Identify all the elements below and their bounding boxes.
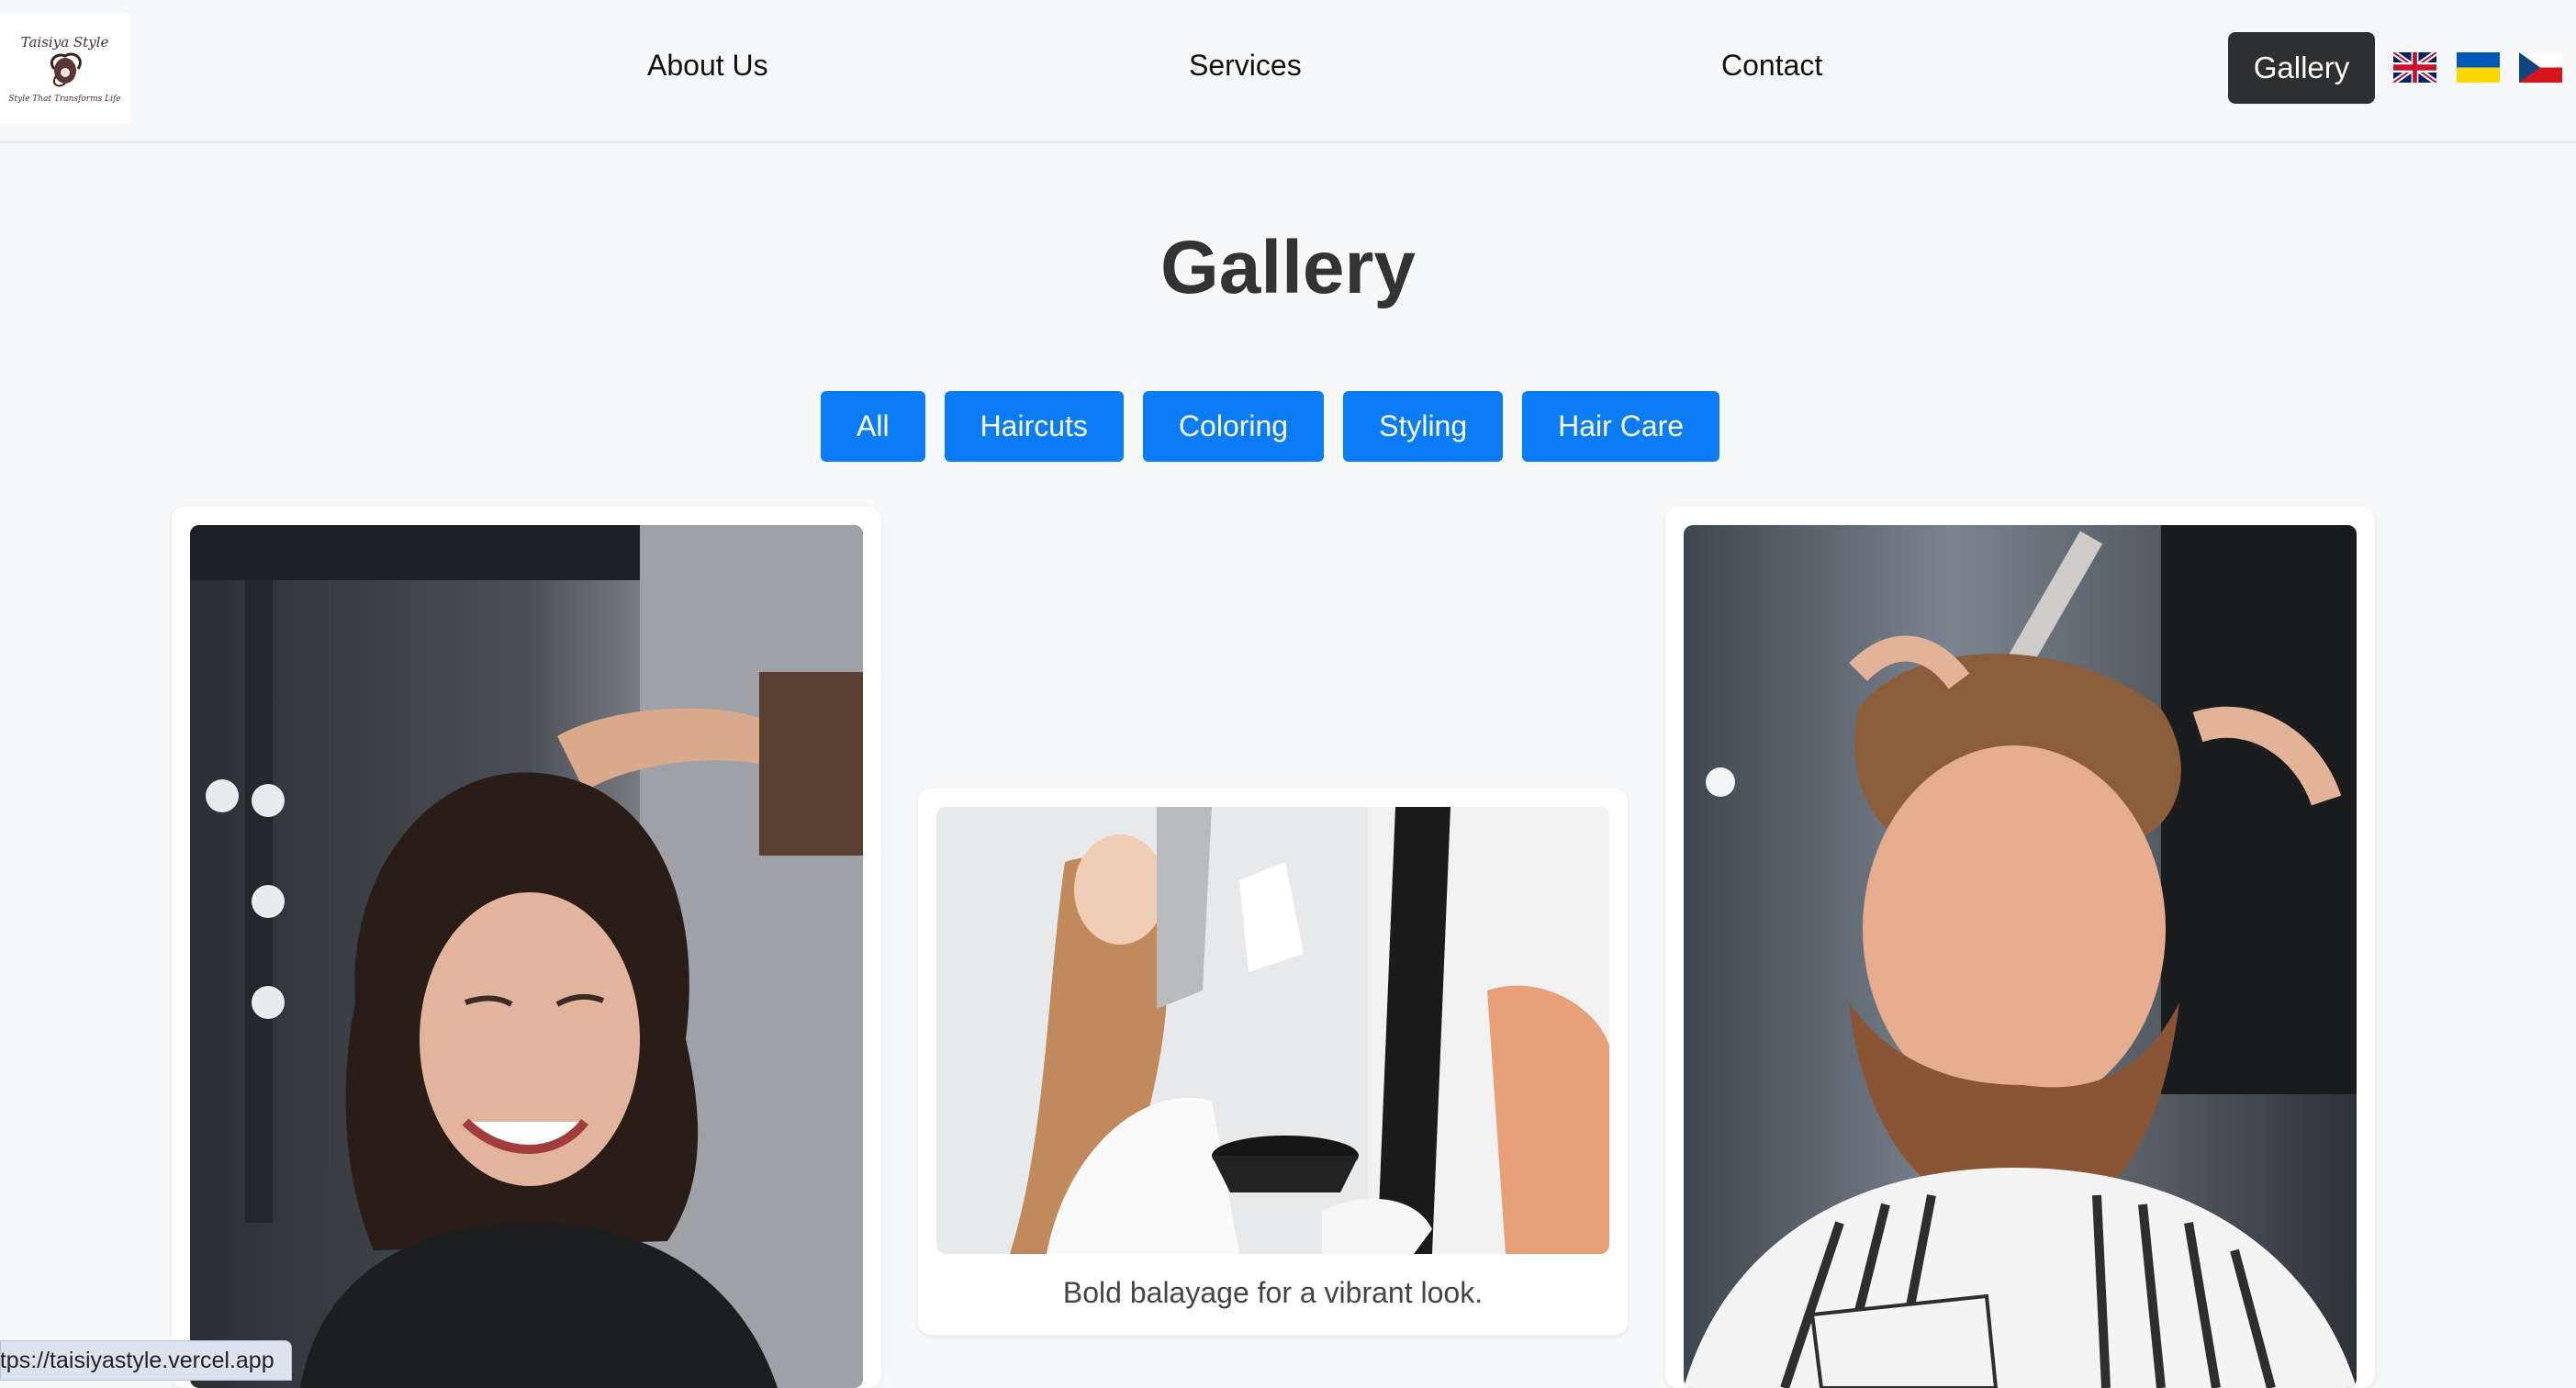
man-beard-barber-photo — [1684, 525, 2357, 1388]
logo-tagline: Style That Transforms Life — [8, 94, 121, 104]
ukraine-flag-icon[interactable] — [2457, 52, 2500, 83]
gallery-card-2[interactable]: Bold balayage for a vibrant look. — [918, 789, 1628, 1335]
logo-hairstyle-icon — [50, 51, 82, 86]
status-bar-url: https://taisiyastyle.vercel.app — [0, 1340, 292, 1381]
czech-flag-icon[interactable] — [2519, 52, 2562, 83]
site-header: Taisiya Style Style That Transforms Life… — [0, 0, 2576, 143]
page-title: Gallery — [1159, 226, 1417, 309]
gallery-card-1[interactable] — [172, 507, 881, 1388]
filter-haircuts-button[interactable]: Haircuts — [944, 391, 1124, 462]
woman-curly-hair-styling-photo — [190, 525, 863, 1388]
site-logo[interactable]: Taisiya Style Style That Transforms Life — [0, 13, 129, 124]
status-url-text: https://taisiyastyle.vercel.app — [0, 1347, 274, 1373]
balayage-coloring-photo — [936, 807, 1609, 1254]
gallery-filters: All Haircuts Coloring Styling Hair Care — [821, 391, 1720, 462]
filter-styling-button[interactable]: Styling — [1343, 391, 1504, 462]
uk-flag-icon[interactable] — [2393, 52, 2436, 83]
filter-coloring-button[interactable]: Coloring — [1142, 391, 1325, 462]
nav-about-us[interactable]: About Us — [647, 49, 768, 83]
nav-services[interactable]: Services — [1189, 49, 1302, 83]
logo-script-text: Taisiya Style — [20, 33, 109, 50]
gallery-card-3[interactable] — [1665, 507, 2375, 1388]
nav-contact[interactable]: Contact — [1721, 49, 1822, 83]
filter-hair-care-button[interactable]: Hair Care — [1522, 391, 1720, 462]
filter-all-button[interactable]: All — [821, 391, 925, 462]
card-caption: Bold balayage for a vibrant look. — [1062, 1276, 1484, 1309]
nav-gallery-active[interactable]: Gallery — [2228, 32, 2375, 104]
